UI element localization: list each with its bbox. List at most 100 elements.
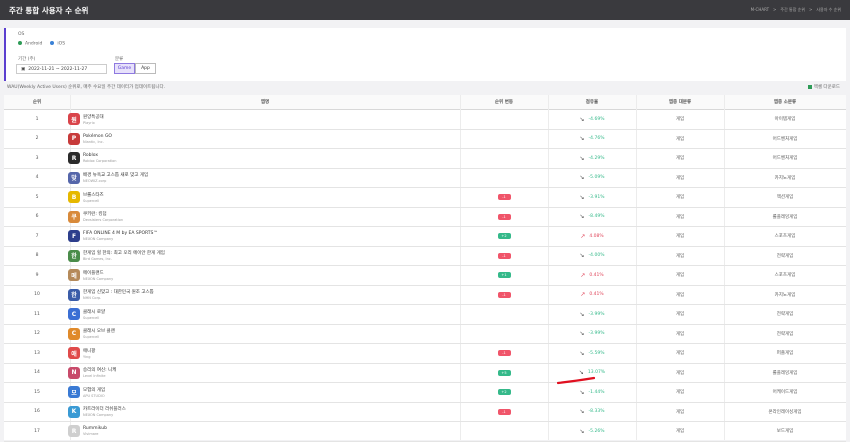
app-icon: 애 <box>68 347 80 360</box>
app-cell[interactable]: P Pokémon GO Niantic, Inc. <box>68 130 458 149</box>
app-name[interactable]: Rummikub <box>83 426 107 431</box>
table-row[interactable]: 8 한 한게임 힐 한의: 최고 오리 에이안 한게 게임 Bird Games, I… <box>4 247 846 266</box>
app-name[interactable]: 메이플랜드 <box>83 270 113 276</box>
rank-change-cell: -1 <box>460 188 548 207</box>
app-cell[interactable]: R Roblox Roblox Corporation <box>68 149 458 168</box>
date-range-picker[interactable]: ▣ 2022-11-21 ~ 2022-11-27 <box>16 64 107 74</box>
table-row[interactable]: 2 P Pokémon GO Niantic, Inc. ↘ -4.76% 게임 어드벤처게임 <box>4 130 846 149</box>
os-options: Android iOS <box>18 41 65 47</box>
app-name[interactable]: Roblox <box>83 153 117 158</box>
col-share: 점유율 <box>585 100 599 105</box>
app-cell[interactable]: 맞 배경 뉴욕교 고스톱 새로 맞고 게임 NEOWIZ.corp <box>68 169 458 188</box>
share-cell: ↘ -8.49% <box>548 208 636 227</box>
table-row[interactable]: 16 K 카트라이더 러쉬플러스 NEXON Company -1 ↘ -8.33% 게임 온라… <box>4 403 846 422</box>
table-row[interactable]: 10 한 한게임 신맞고 : 대한민국 원조 고스톱 NHN Corp. -1 ↗ 0.41… <box>4 286 846 305</box>
minor-category-cell: 스포츠게임 <box>774 273 796 279</box>
app-name[interactable]: 모험의 게임 <box>83 387 105 393</box>
app-icon: K <box>68 405 80 418</box>
rank-cell: 14 <box>34 370 40 376</box>
app-icon: 원 <box>68 113 80 126</box>
app-name[interactable]: 브롤스타즈 <box>83 192 104 198</box>
table-row[interactable]: 6 쿠 쿠키런: 킹덤 Devsisters Corporation -1 ↘ -8.49%… <box>4 208 846 227</box>
table-row[interactable]: 13 애 애니팡 Ying -1 ↘ -5.59% 게임 퍼즐게임 <box>4 344 846 364</box>
minor-category-cell: 퍼즐게임 <box>776 351 794 357</box>
table-row[interactable]: 11 C 클래시 로얄 Supercell ↘ -3.99% 게임 전략게임 <box>4 305 846 325</box>
table-row[interactable]: 5 B 브롤스타즈 Supercell -1 ↘ -3.91% 게임 액션게임 <box>4 188 846 208</box>
app-cell[interactable]: 한 한게임 힐 한의: 최고 오리 에이안 한게 게임 Bird Games, In… <box>68 247 458 266</box>
table-row[interactable]: 3 R Roblox Roblox Corporation ↘ -4.29% 게임 어드벤처게… <box>4 149 846 169</box>
rank-cell: 10 <box>34 292 40 298</box>
app-cell[interactable]: F FIFA ONLINE 4 M by EA SPORTS™ NEXON Comp… <box>68 227 458 246</box>
category-game-button[interactable]: Game <box>114 63 135 74</box>
app-name[interactable]: 승리의 여신: 니케 <box>83 367 116 373</box>
table-row[interactable]: 7 F FIFA ONLINE 4 M by EA SPORTS™ NEXON Com… <box>4 227 846 247</box>
app-name[interactable]: 애니팡 <box>83 348 95 354</box>
rank-cell: 16 <box>34 409 40 415</box>
app-icon: 모 <box>68 386 80 399</box>
trend-up-icon: ↗ <box>580 232 586 240</box>
app-cell[interactable]: 쿠 쿠키런: 킹덤 Devsisters Corporation <box>68 208 458 227</box>
app-company: NHN Corp. <box>83 296 102 301</box>
rank-cell: 1 <box>35 116 39 122</box>
app-cell[interactable]: 메 메이플랜드 NEXON Company <box>68 266 458 285</box>
rank-cell: 15 <box>34 389 40 395</box>
app-cell[interactable]: 모 모험의 게임 APU STUDIO <box>68 383 458 402</box>
major-category-cell: 게임 <box>675 312 685 318</box>
app-cell[interactable]: R Rummikub Vivimare <box>68 422 458 441</box>
breadcrumb-item: 사용자 수 순위 <box>816 7 841 12</box>
app-cell[interactable]: N 승리의 여신: 니케 Level Infinite <box>68 364 458 383</box>
os-option-ios[interactable]: iOS <box>50 41 65 47</box>
red-underline-annotation <box>557 376 595 385</box>
date-range-value: 2022-11-21 ~ 2022-11-27 <box>28 66 88 72</box>
os-option-android[interactable]: Android <box>18 41 42 47</box>
app-cell[interactable]: 한 한게임 신맞고 : 대한민국 원조 고스톱 NHN Corp. <box>68 286 458 305</box>
table-row[interactable]: 12 C 클래시 오브 클랜 Supercell ↘ -3.99% 게임 전략게임 <box>4 325 846 344</box>
app-company: NEOWIZ.corp <box>83 179 107 184</box>
major-category-cell: 게임 <box>675 351 685 357</box>
app-name[interactable]: 쿠키런: 킹덤 <box>83 211 123 217</box>
rank-cell: 11 <box>34 311 40 317</box>
app-cell[interactable]: 원 원양특공대 Playrix <box>68 110 458 129</box>
app-cell[interactable]: 애 애니팡 Ying <box>68 344 458 363</box>
breadcrumb-item[interactable]: M-CHART <box>751 7 769 13</box>
app-name[interactable]: 원양특공대 <box>83 114 104 120</box>
rank-change-cell: -1 <box>460 344 548 363</box>
app-icon: C <box>68 327 80 340</box>
table-row[interactable]: 14 N 승리의 여신: 니케 Level Infinite +5 ↘ 13.07% 게임 롤플… <box>4 364 846 383</box>
radio-dot-icon <box>50 41 55 45</box>
app-cell[interactable]: C 클래시 로얄 Supercell <box>68 305 458 324</box>
app-cell[interactable]: C 클래시 오브 클랜 Supercell <box>68 325 458 344</box>
share-cell: ↘ -5.26% <box>548 422 636 441</box>
app-name[interactable]: 한게임 힐 한의: 최고 오리 에이안 한게 게임 <box>83 250 165 256</box>
breadcrumb-item[interactable]: 주간 통합 순위 <box>780 7 805 13</box>
app-company: Devsisters Corporation <box>83 218 124 223</box>
table-row[interactable]: 9 메 메이플랜드 NEXON Company +1 ↗ 0.41% 게임 스포츠게임 <box>4 266 846 286</box>
major-category-cell: 게임 <box>675 117 685 123</box>
table-row[interactable]: 17 R Rummikub Vivimare ↘ -5.26% 게임 보드게임 <box>4 422 846 442</box>
rank-change-cell: -1 <box>460 403 548 422</box>
app-name[interactable]: Pokémon GO <box>83 134 112 139</box>
app-name[interactable]: 카트라이더 러쉬플러스 <box>83 406 126 412</box>
share-value: -5.26% <box>588 428 605 434</box>
app-cell[interactable]: B 브롤스타즈 Supercell <box>68 188 458 207</box>
rank-cell: 17 <box>34 428 40 434</box>
table-row[interactable]: 15 모 모험의 게임 APU STUDIO +2 ↘ -1.44% 게임 어케이드게임 <box>4 383 846 403</box>
trend-down-icon: ↘ <box>579 330 585 338</box>
app-cell[interactable]: K 카트라이더 러쉬플러스 NEXON Company <box>68 403 458 422</box>
os-option-label: iOS <box>57 41 66 47</box>
excel-download-button[interactable]: 엑셀 다운로드 <box>807 84 840 90</box>
table-row[interactable]: 1 원 원양특공대 Playrix ↘ -4.69% 게임 아이템게임 <box>4 110 846 130</box>
table-row[interactable]: 4 맞 배경 뉴욕교 고스톱 새로 맞고 게임 NEOWIZ.corp ↘ -5.09% 게… <box>4 169 846 188</box>
app-name[interactable]: FIFA ONLINE 4 M by EA SPORTS™ <box>83 231 158 236</box>
share-value: -5.59% <box>588 350 605 356</box>
app-name[interactable]: 클래시 오브 클랜 <box>83 328 115 334</box>
app-company: APU STUDIO <box>83 393 105 398</box>
category-app-button[interactable]: App <box>135 63 156 74</box>
app-name[interactable]: 클래시 로얄 <box>83 309 105 315</box>
major-category-cell: 게임 <box>675 136 685 142</box>
rank-cell: 7 <box>35 233 39 239</box>
app-name[interactable]: 한게임 신맞고 : 대한민국 원조 고스톱 <box>83 289 154 295</box>
app-name[interactable]: 배경 뉴욕교 고스톱 새로 맞고 게임 <box>83 172 148 178</box>
major-category-cell: 게임 <box>675 370 685 376</box>
major-category-cell: 게임 <box>675 409 685 415</box>
